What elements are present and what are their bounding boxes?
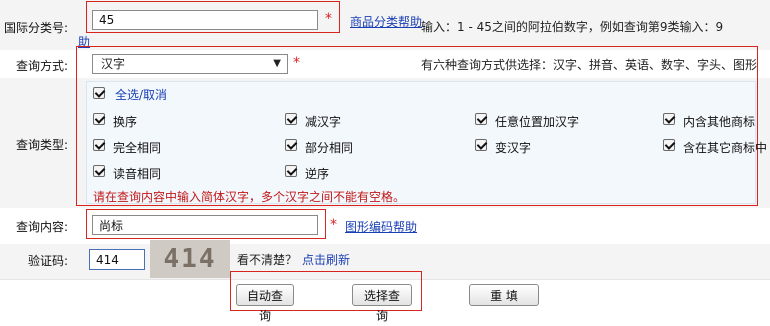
option-label: 换序: [113, 115, 138, 129]
graphic-code-help-link[interactable]: 图形编码帮助: [345, 218, 417, 235]
class-no-input[interactable]: [92, 10, 318, 30]
select-query-button[interactable]: 选择查询: [352, 284, 412, 323]
option-checkbox[interactable]: [93, 113, 105, 125]
class-no-label: 国际分类号:: [3, 21, 68, 35]
option-label: 含在其它商标中: [683, 141, 768, 155]
option-checkbox[interactable]: [285, 113, 297, 125]
reset-button[interactable]: 重 填: [469, 284, 539, 306]
captcha-refresh-link[interactable]: 点击刷新: [302, 251, 350, 268]
class-no-hint: 输入：1 - 45之间的阿拉伯数字，例如查询第9类输入：9: [421, 20, 724, 34]
option-checkbox[interactable]: [663, 139, 675, 151]
option-checkbox[interactable]: [475, 139, 487, 151]
captcha-image-text: 414: [163, 244, 217, 274]
option-checkbox[interactable]: [93, 165, 105, 177]
captcha-unclear-text: 看不清楚？: [237, 253, 298, 267]
option-label: 内含其他商标: [683, 115, 756, 129]
query-type-label: 查询类型:: [15, 138, 68, 152]
option-checkbox[interactable]: [285, 139, 297, 151]
captcha-label: 验证码:: [27, 254, 68, 268]
select-all-link[interactable]: 全选/取消: [115, 86, 167, 103]
input-warning: 请在查询内容中输入简体汉字，多个汉字之间不能有空格。: [93, 190, 406, 204]
query-content-label: 查询内容:: [15, 220, 68, 234]
option-label: 读音相同: [113, 167, 162, 181]
query-type-panel: [86, 81, 756, 204]
option-label: 任意位置加汉字: [495, 115, 580, 129]
option-checkbox[interactable]: [285, 165, 297, 177]
option-label: 变汉字: [495, 141, 532, 155]
query-content-input[interactable]: [92, 215, 318, 235]
option-checkbox[interactable]: [475, 113, 487, 125]
select-all-checkbox[interactable]: [93, 87, 105, 99]
captcha-input[interactable]: [89, 249, 145, 270]
class-help-link[interactable]: 商品分类帮助: [350, 13, 422, 30]
auto-query-button[interactable]: 自动查询: [236, 284, 294, 323]
option-label: 完全相同: [113, 141, 162, 155]
option-label: 逆序: [305, 167, 330, 181]
option-label: 减汉字: [305, 115, 342, 129]
option-checkbox[interactable]: [93, 139, 105, 151]
required-mark: *: [325, 11, 332, 27]
required-mark: *: [330, 217, 337, 233]
option-checkbox[interactable]: [663, 113, 675, 125]
query-method-label: 查询方式:: [15, 59, 68, 73]
option-label: 部分相同: [305, 141, 354, 155]
captcha-image: 414: [150, 240, 230, 278]
